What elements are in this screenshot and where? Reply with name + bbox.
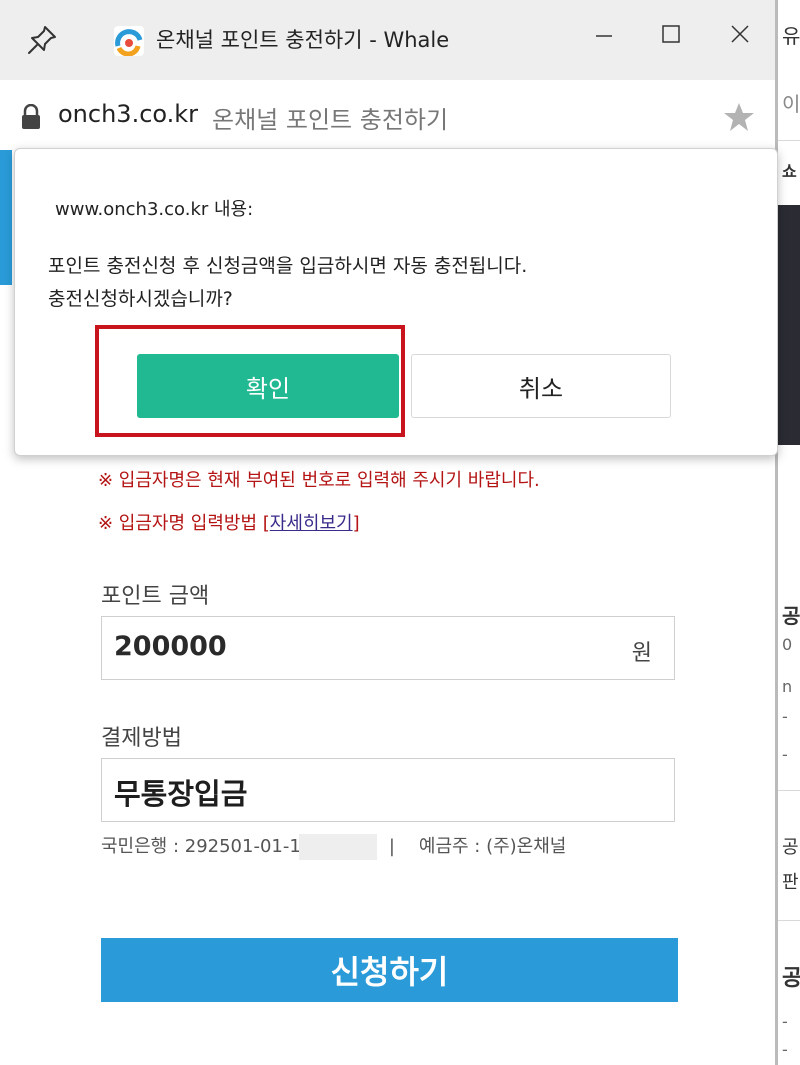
- dialog-message-line: 포인트 충전신청 후 신청금액을 입금하시면 자동 충전됩니다.: [48, 255, 528, 277]
- payment-method-label: 결제방법: [101, 726, 182, 751]
- dialog-message-line: 충전신청하시겠습니까?: [48, 288, 233, 310]
- bg-fragment: -: [782, 745, 788, 764]
- title-bar: 온채널 포인트 충전하기 - Whale: [0, 0, 778, 80]
- payment-method-value: 무통장입금: [114, 777, 248, 811]
- bg-fragment: -: [782, 1040, 788, 1059]
- address-page-title: 온채널 포인트 충전하기: [212, 106, 449, 134]
- payment-method-field[interactable]: 무통장입금: [101, 758, 675, 822]
- bank-account: 국민은행 : 292501-01-1: [101, 836, 301, 857]
- bg-fragment: 0: [782, 635, 793, 654]
- star-icon[interactable]: [722, 100, 756, 134]
- favicon: [114, 26, 144, 56]
- notice-depositor-name: ※ 입금자명은 현재 부여된 번호로 입력해 주시기 바랍니다.: [98, 470, 540, 491]
- bg-fragment: 공: [782, 837, 799, 858]
- address-domain[interactable]: onch3.co.kr: [58, 100, 198, 128]
- background-page: 유 이트 쇼 공 0 n - - 공 판 공 - -: [778, 0, 800, 1065]
- bg-fragment: n: [782, 677, 793, 696]
- bg-fragment: 판: [782, 872, 799, 893]
- submit-button[interactable]: 신청하기: [101, 938, 678, 1002]
- dialog-message: 포인트 충전신청 후 신청금액을 입금하시면 자동 충전됩니다. 충전신청하시겠…: [48, 250, 527, 316]
- lock-icon: [22, 104, 40, 129]
- bg-fragment: 이트: [782, 92, 800, 116]
- bg-fragment: -: [782, 1012, 788, 1031]
- bank-holder: 예금주 : (주)온채널: [418, 836, 567, 857]
- maximize-icon[interactable]: [651, 14, 691, 54]
- bank-info: 국민은행 : 292501-01-1 | 예금주 : (주)온채널: [101, 832, 566, 860]
- cancel-button[interactable]: 취소: [411, 354, 671, 418]
- bg-fragment: -: [782, 707, 788, 726]
- amount-unit: 원: [631, 641, 652, 666]
- minimize-icon[interactable]: [584, 14, 624, 54]
- close-icon[interactable]: [720, 14, 760, 54]
- window-title: 온채널 포인트 충전하기 - Whale: [156, 28, 450, 52]
- notice-input-method: ※ 입금자명 입력방법 [자세히보기]: [98, 513, 360, 534]
- ok-button[interactable]: 확인: [137, 354, 399, 418]
- amount-field[interactable]: 200000 원: [101, 616, 675, 680]
- amount-label: 포인트 금액: [101, 584, 210, 609]
- dialog-origin: www.onch3.co.kr 내용:: [55, 199, 254, 220]
- pin-icon[interactable]: [26, 24, 58, 56]
- background-banner: [778, 205, 800, 445]
- bg-fragment: 공: [782, 604, 800, 628]
- masked-account-digits: [298, 834, 377, 860]
- amount-value: 200000: [114, 631, 227, 662]
- bg-fragment: 공: [782, 966, 800, 991]
- bg-fragment: 쇼: [782, 162, 797, 181]
- detail-link[interactable]: 자세히보기: [270, 513, 353, 534]
- confirm-dialog: www.onch3.co.kr 내용: 포인트 충전신청 후 신청금액을 입금하…: [14, 148, 778, 456]
- bg-fragment: 유: [782, 24, 800, 48]
- header-banner: [0, 150, 12, 285]
